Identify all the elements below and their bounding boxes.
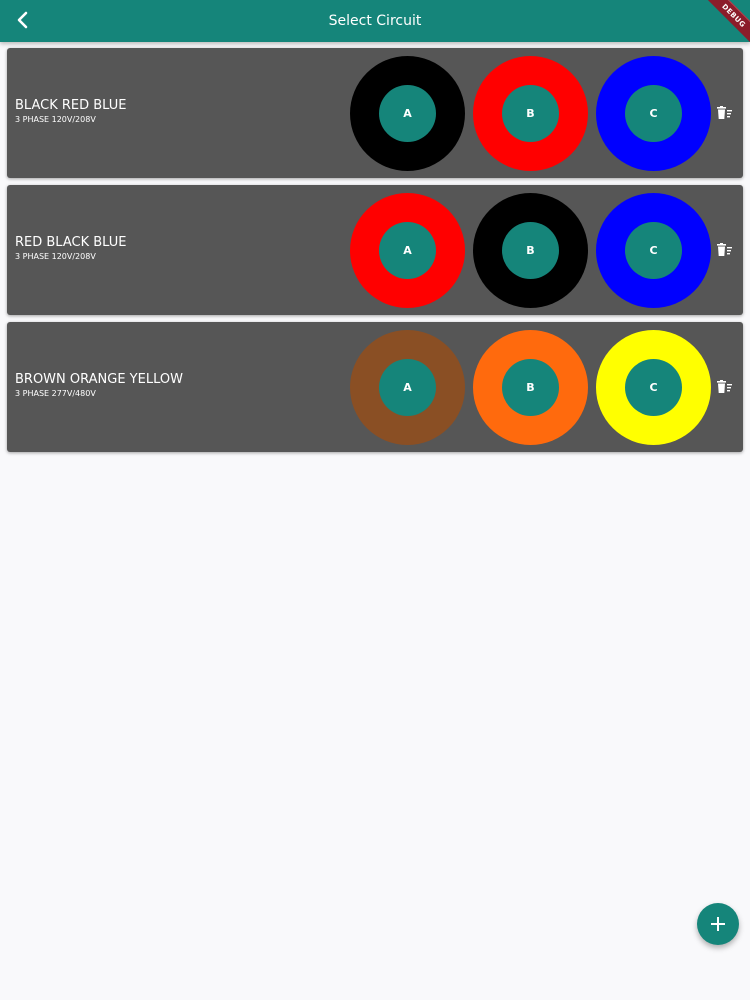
circuit-list: BLACK RED BLUE 3 PHASE 120V/208V A B C R…	[7, 48, 743, 459]
app-bar: Select Circuit DEBUG	[0, 0, 750, 42]
phase-c-ring: C	[596, 193, 711, 308]
phase-a-ring: A	[350, 330, 465, 445]
phase-b-ring: B	[473, 193, 588, 308]
phase-c-label: C	[625, 222, 682, 279]
phase-a-label: A	[379, 222, 436, 279]
circuit-text: RED BLACK BLUE 3 PHASE 120V/208V	[15, 235, 127, 263]
page-title: Select Circuit	[328, 13, 422, 29]
phase-a-label: A	[379, 85, 436, 142]
circuit-description: 3 PHASE 120V/208V	[15, 115, 96, 124]
delete-sweep-icon	[717, 380, 732, 393]
phase-c-label: C	[625, 359, 682, 416]
delete-button[interactable]	[715, 103, 735, 123]
circuit-name: BLACK RED BLUE	[15, 98, 127, 113]
phase-b-ring: B	[473, 56, 588, 171]
circuit-name: BROWN ORANGE YELLOW	[15, 372, 183, 387]
delete-sweep-icon	[717, 243, 732, 256]
circuit-card[interactable]: BLACK RED BLUE 3 PHASE 120V/208V A B C	[7, 48, 743, 178]
delete-sweep-icon	[717, 106, 732, 119]
circuit-card[interactable]: RED BLACK BLUE 3 PHASE 120V/208V A B C	[7, 185, 743, 315]
phase-b-label: B	[502, 359, 559, 416]
circuit-name: RED BLACK BLUE	[15, 235, 127, 250]
circuit-card[interactable]: BROWN ORANGE YELLOW 3 PHASE 277V/480V A …	[7, 322, 743, 452]
phase-c-ring: C	[596, 56, 711, 171]
phase-b-label: B	[502, 85, 559, 142]
add-circuit-button[interactable]	[697, 903, 739, 945]
circuit-text: BLACK RED BLUE 3 PHASE 120V/208V	[15, 98, 127, 126]
phase-c-label: C	[625, 85, 682, 142]
circuit-text: BROWN ORANGE YELLOW 3 PHASE 277V/480V	[15, 372, 183, 400]
phase-a-label: A	[379, 359, 436, 416]
delete-button[interactable]	[715, 240, 735, 260]
circuit-description: 3 PHASE 277V/480V	[15, 389, 96, 398]
phase-c-ring: C	[596, 330, 711, 445]
phase-a-ring: A	[350, 56, 465, 171]
plus-icon	[711, 917, 725, 931]
delete-button[interactable]	[715, 377, 735, 397]
phase-b-label: B	[502, 222, 559, 279]
circuit-description: 3 PHASE 120V/208V	[15, 252, 96, 261]
phase-b-ring: B	[473, 330, 588, 445]
phase-a-ring: A	[350, 193, 465, 308]
